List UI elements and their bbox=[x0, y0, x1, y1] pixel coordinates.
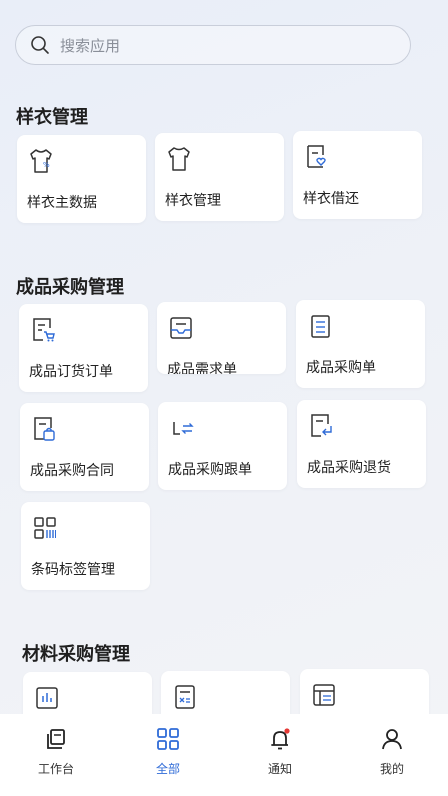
app-sample-management[interactable]: 样衣管理 bbox=[155, 133, 284, 221]
bag-doc-icon bbox=[34, 417, 55, 441]
app-finished-order[interactable]: 成品订货订单 bbox=[19, 304, 148, 392]
app-barcode-label[interactable]: 条码标签管理 bbox=[21, 502, 150, 590]
app-finished-follow[interactable]: 成品采购跟单 bbox=[158, 402, 287, 490]
cart-doc-icon bbox=[33, 318, 55, 342]
app-label: 条码标签管理 bbox=[31, 562, 115, 578]
notification-badge bbox=[284, 728, 290, 734]
bell-icon bbox=[271, 728, 290, 750]
app-finished-contract[interactable]: 成品采购合同 bbox=[20, 403, 149, 491]
search-bar[interactable]: 搜索应用 bbox=[15, 25, 411, 65]
app-label: 样衣管理 bbox=[165, 193, 221, 209]
app-label: 成品采购单 bbox=[306, 360, 376, 376]
barcode-icon bbox=[34, 517, 56, 539]
search-icon bbox=[31, 36, 49, 54]
workbench-icon bbox=[47, 729, 65, 749]
tab-mine[interactable]: 我的 bbox=[347, 714, 437, 796]
chart-icon bbox=[36, 687, 58, 709]
app-label: 样衣借还 bbox=[303, 191, 359, 207]
grid-icon bbox=[157, 728, 179, 750]
app-label: 成品采购跟单 bbox=[168, 462, 252, 478]
app-finished-purchase[interactable]: 成品采购单 bbox=[296, 300, 425, 388]
app-label: 成品需求单 bbox=[167, 362, 237, 374]
app-label: 成品采购退货 bbox=[307, 460, 391, 476]
return-doc-icon bbox=[311, 414, 332, 437]
app-label: 样衣主数据 bbox=[27, 195, 97, 211]
garment-icon: % bbox=[30, 149, 52, 173]
app-sample-master-data[interactable]: % 样衣主数据 bbox=[17, 135, 146, 223]
tab-all[interactable]: 全部 bbox=[123, 714, 213, 796]
tab-label: 全部 bbox=[155, 762, 180, 776]
search-placeholder: 搜索应用 bbox=[60, 36, 121, 55]
tab-label: 工作台 bbox=[37, 762, 74, 776]
tab-workbench[interactable]: 工作台 bbox=[11, 714, 101, 796]
app-finished-return[interactable]: 成品采购退货 bbox=[297, 400, 426, 488]
app-label: 成品采购合同 bbox=[30, 463, 114, 479]
user-icon bbox=[382, 729, 402, 750]
section-title-finished-goods: 成品采购管理 bbox=[16, 277, 124, 298]
section-title-sample-clothing: 样衣管理 bbox=[16, 107, 88, 128]
doc-heart-icon bbox=[307, 145, 326, 168]
app-label: 成品订货订单 bbox=[29, 364, 113, 380]
svg-text:%: % bbox=[43, 161, 50, 169]
flow-icon bbox=[173, 422, 194, 435]
list-doc-icon bbox=[311, 315, 330, 338]
shirt-icon bbox=[168, 147, 190, 171]
bottom-tab-bar: 工作台 全部 通知 我的 bbox=[0, 714, 448, 796]
app-finished-demand[interactable]: 成品需求单 bbox=[157, 302, 286, 374]
section-title-material-purchase: 材料采购管理 bbox=[22, 644, 130, 665]
tab-notifications[interactable]: 通知 bbox=[235, 714, 325, 796]
app-sample-borrow-return[interactable]: 样衣借还 bbox=[293, 131, 422, 219]
calculator-icon bbox=[175, 685, 195, 709]
tab-label: 通知 bbox=[267, 762, 292, 776]
inbox-icon bbox=[170, 317, 192, 339]
tab-label: 我的 bbox=[379, 762, 404, 776]
table-icon bbox=[313, 684, 335, 706]
